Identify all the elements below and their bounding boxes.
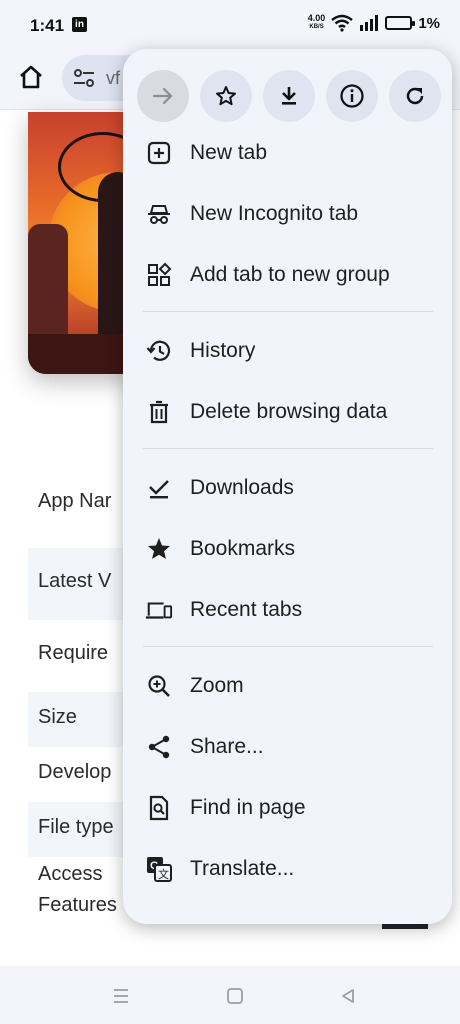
- menu-item-recent-tabs[interactable]: Recent tabs: [123, 580, 452, 640]
- info-icon: [340, 84, 364, 108]
- arrow-forward-icon: [152, 87, 173, 105]
- forward-button[interactable]: [137, 70, 189, 122]
- devices-icon: [145, 596, 173, 624]
- share-icon: [145, 733, 173, 761]
- new-tab-icon: [145, 139, 173, 167]
- find-in-page-icon: [145, 794, 173, 822]
- download-page-button[interactable]: [263, 70, 315, 122]
- square-icon: [227, 988, 243, 1004]
- menu-item-add-tab-to-group[interactable]: Add tab to new group: [123, 245, 452, 305]
- system-nav-bar: [0, 966, 460, 1024]
- zoom-icon: [145, 672, 173, 700]
- download-icon: [282, 87, 296, 105]
- svg-text:文: 文: [158, 867, 169, 881]
- menu-action-row: [137, 70, 441, 122]
- page-info-button[interactable]: [326, 70, 378, 122]
- url-text: vf: [106, 68, 121, 88]
- back-nav-button[interactable]: [336, 984, 360, 1008]
- status-bar: 1:41 in 4.00 KB/S 1%: [0, 0, 460, 48]
- battery-percentage: 1%: [418, 14, 440, 32]
- recent-apps-button[interactable]: [109, 984, 133, 1008]
- menu-item-delete-browsing-data[interactable]: Delete browsing data: [123, 382, 452, 442]
- menu-lines-icon: [114, 989, 128, 1003]
- network-speed: 4.00 KB/S: [307, 13, 326, 31]
- menu-item-zoom[interactable]: Zoom: [123, 656, 452, 716]
- menu-item-find-in-page[interactable]: Find in page: [123, 778, 452, 838]
- menu-divider: [143, 311, 433, 312]
- menu-item-history[interactable]: History: [123, 321, 452, 381]
- reload-button[interactable]: [389, 70, 441, 122]
- browser-overflow-menu: New tab New Incognito tab Add tab to new…: [123, 49, 452, 924]
- home-nav-button[interactable]: [223, 984, 247, 1008]
- status-time: 1:41: [30, 16, 65, 35]
- history-icon: [145, 337, 173, 365]
- status-icons: 4.00 KB/S 1%: [308, 14, 440, 32]
- refresh-icon: [406, 87, 424, 105]
- translate-icon: G文: [145, 855, 173, 883]
- menu-divider: [143, 646, 433, 647]
- menu-divider: [143, 448, 433, 449]
- battery-icon: [385, 16, 416, 30]
- menu-item-translate[interactable]: G文 Translate...: [123, 839, 452, 899]
- menu-item-share[interactable]: Share...: [123, 717, 452, 777]
- tab-group-icon: [145, 261, 173, 289]
- home-icon: [20, 65, 42, 89]
- linkedin-icon: in: [72, 17, 87, 32]
- back-triangle-icon: [342, 989, 354, 1003]
- menu-item-new-tab[interactable]: New tab: [123, 123, 452, 183]
- home-button[interactable]: [16, 62, 46, 92]
- star-filled-icon: [145, 535, 173, 563]
- bookmark-button[interactable]: [200, 70, 252, 122]
- downloads-icon: [145, 474, 173, 502]
- incognito-icon: [145, 200, 173, 228]
- menu-item-new-incognito-tab[interactable]: New Incognito tab: [123, 184, 452, 244]
- site-settings-icon[interactable]: [72, 67, 96, 89]
- menu-item-downloads[interactable]: Downloads: [123, 458, 452, 518]
- signal-icon: [360, 15, 379, 31]
- star-outline-icon: [216, 86, 236, 106]
- wifi-icon: [331, 14, 354, 32]
- trash-icon: [145, 398, 173, 426]
- menu-item-bookmarks[interactable]: Bookmarks: [123, 519, 452, 579]
